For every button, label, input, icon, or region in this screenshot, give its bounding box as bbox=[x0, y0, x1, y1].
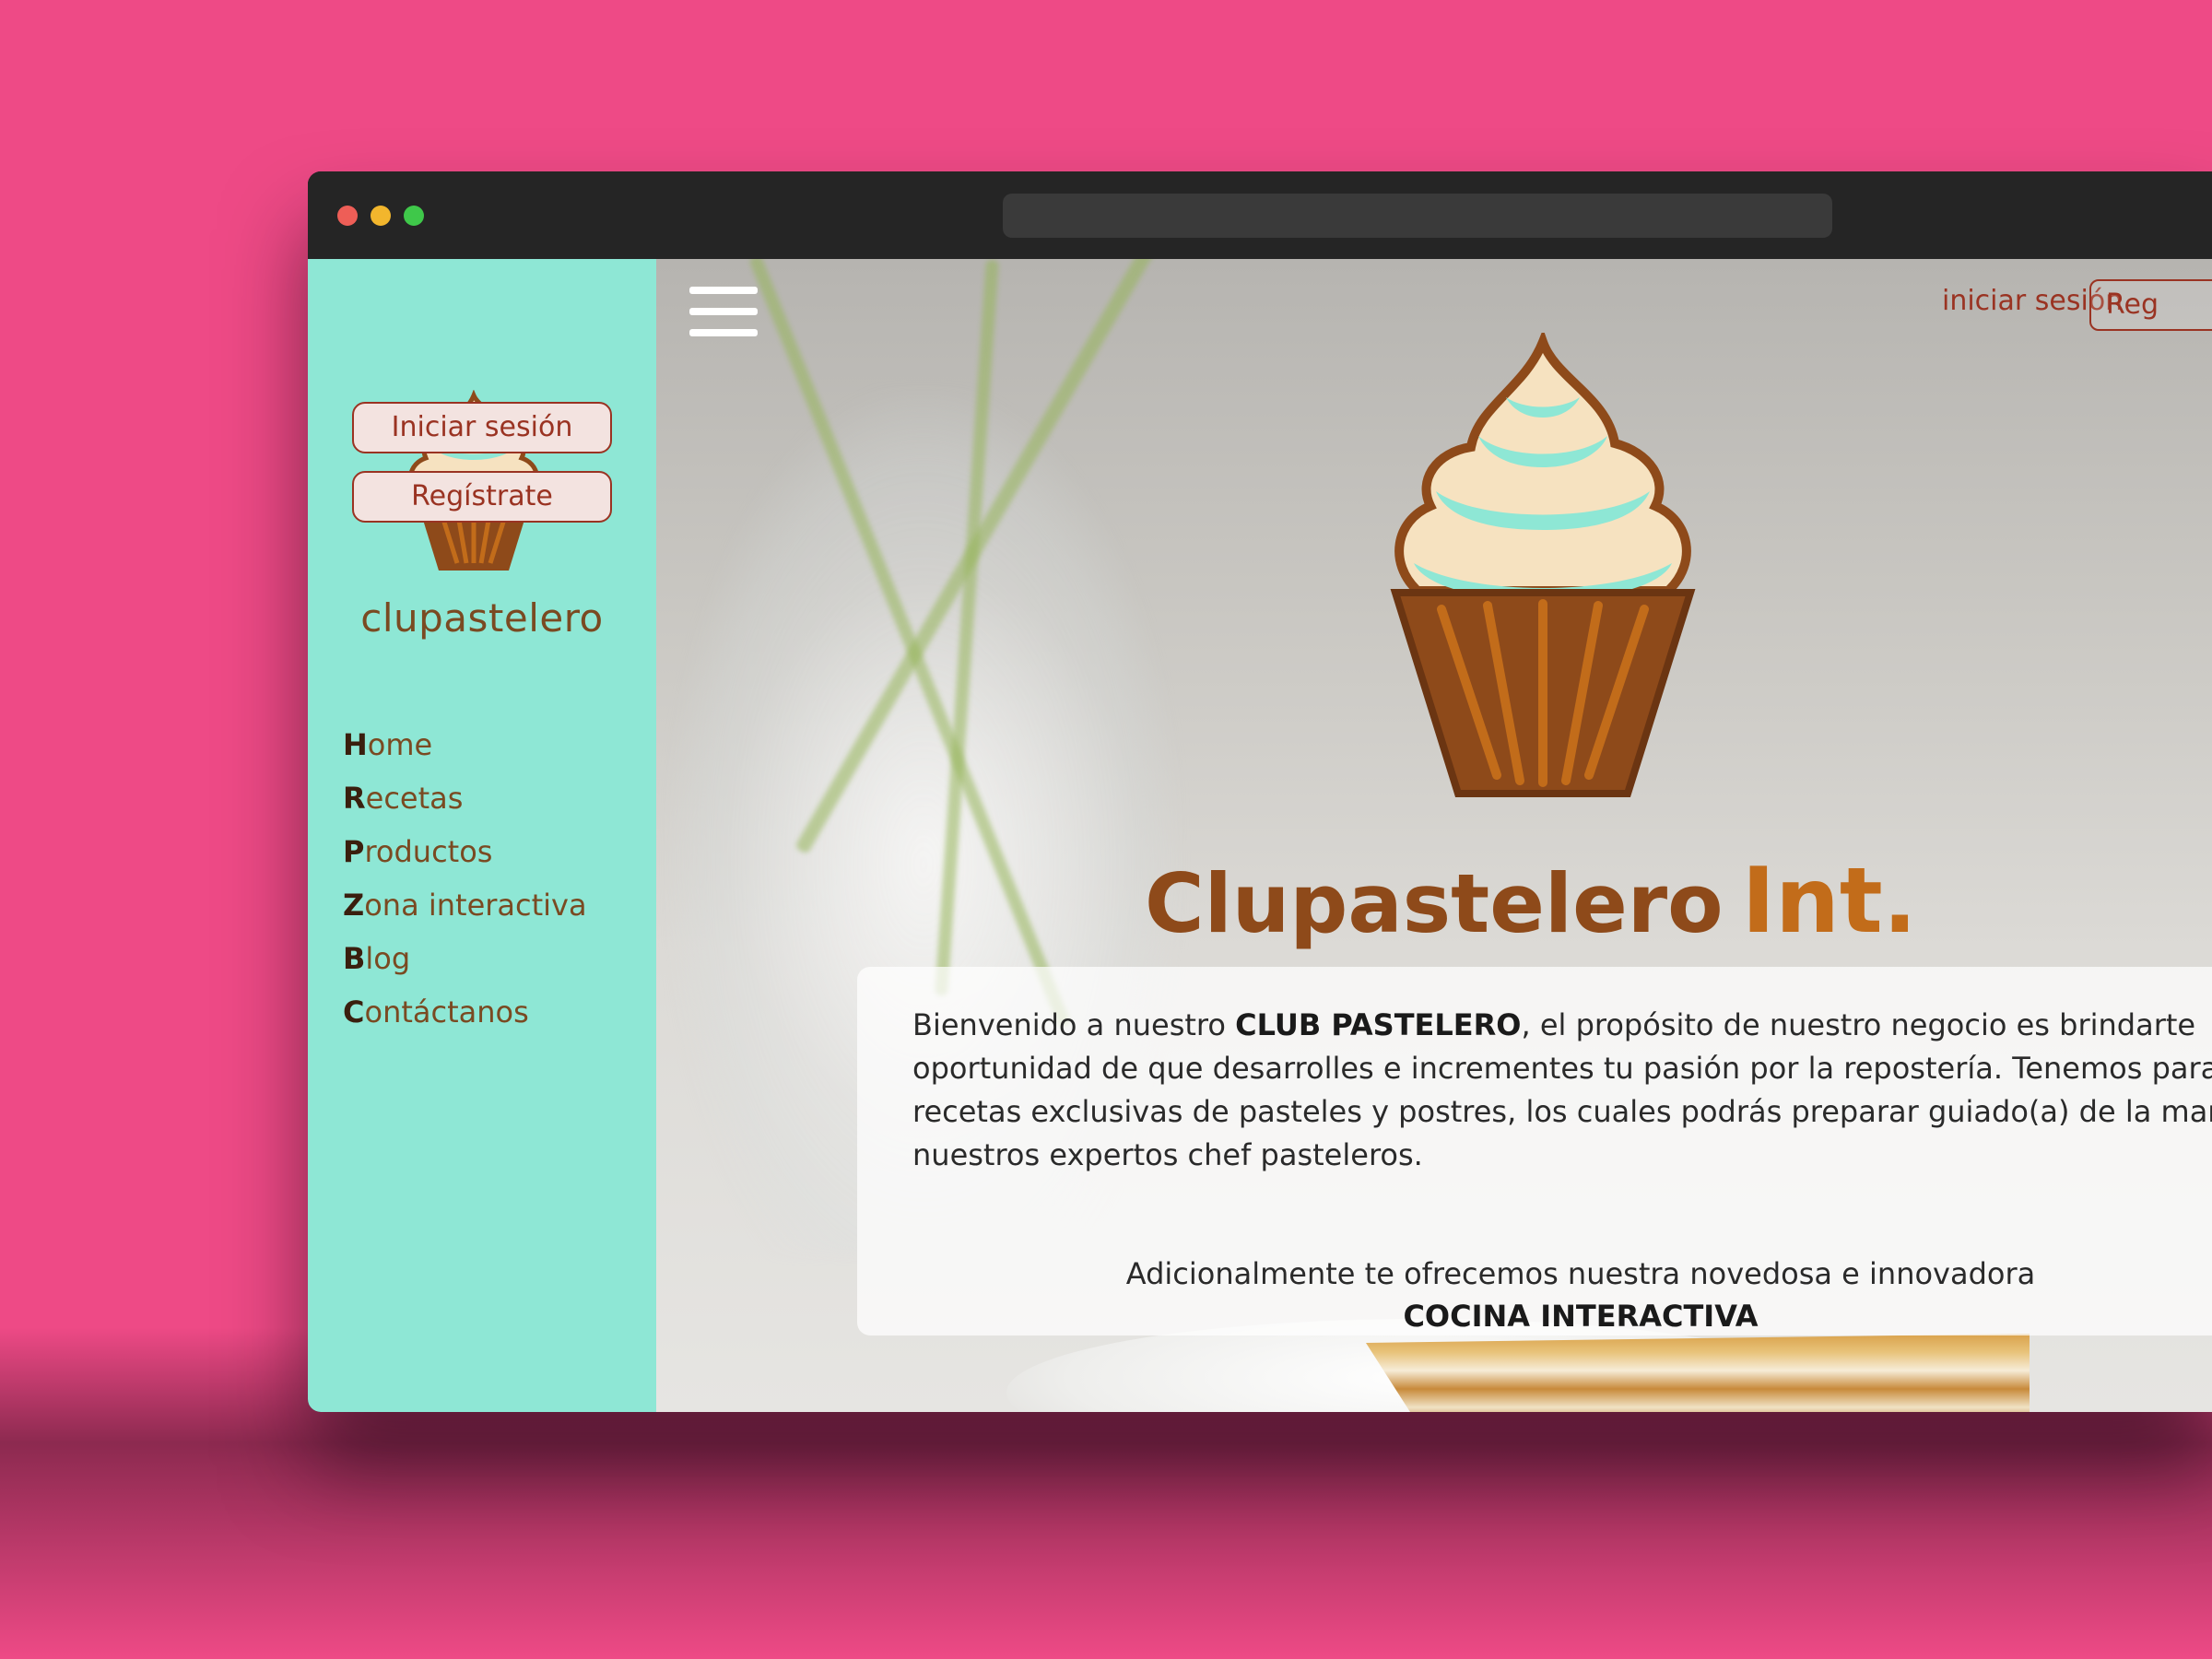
welcome-panel: Bienvenido a nuestro CLUB PASTELERO, el … bbox=[857, 967, 2212, 1335]
club-pastelero-highlight: CLUB PASTELERO bbox=[1235, 1007, 1522, 1042]
additional-text: Adicionalmente te ofrecemos nuestra nove… bbox=[1125, 1256, 2036, 1291]
welcome-text: Bienvenido a nuestro CLUB PASTELERO, el … bbox=[912, 1007, 2212, 1172]
hero-section: iniciar sesión Reg Clupastelero Int. Bien… bbox=[656, 259, 2212, 1412]
nav-item-zona-interactiva[interactable]: Zona interactiva bbox=[343, 878, 587, 932]
minimize-window-button[interactable] bbox=[371, 206, 391, 226]
sidebar-register-button[interactable]: Regístrate bbox=[352, 471, 612, 523]
sidebar: clupastelero Home Recetas Productos Zona… bbox=[308, 259, 656, 1412]
cake-slice-image bbox=[1366, 1334, 2030, 1412]
browser-window: clupastelero Home Recetas Productos Zona… bbox=[308, 171, 2212, 1412]
cupcake-hero-icon bbox=[1390, 333, 1696, 797]
maximize-window-button[interactable] bbox=[404, 206, 424, 226]
cocina-interactiva-text: COCINA INTERACTIVA bbox=[1403, 1299, 1759, 1334]
close-window-button[interactable] bbox=[337, 206, 358, 226]
nav-item-recetas[interactable]: Recetas bbox=[343, 771, 587, 825]
browser-titlebar bbox=[308, 171, 2212, 259]
hero-title-suffix: Int. bbox=[1741, 849, 1917, 954]
address-bar[interactable] bbox=[1003, 194, 1832, 238]
header-register-button[interactable]: Reg bbox=[2089, 279, 2212, 331]
hero-title-main: Clupastelero bbox=[1145, 856, 1724, 951]
sidebar-login-button[interactable]: Iniciar sesión bbox=[352, 402, 612, 453]
sidebar-nav: Home Recetas Productos Zona interactiva … bbox=[343, 718, 587, 1039]
hamburger-menu-icon[interactable] bbox=[689, 287, 758, 340]
nav-item-contactanos[interactable]: Contáctanos bbox=[343, 985, 587, 1039]
nav-item-productos[interactable]: Productos bbox=[343, 825, 587, 878]
sidebar-brand-name: clupastelero bbox=[360, 595, 604, 641]
nav-item-blog[interactable]: Blog bbox=[343, 932, 587, 985]
hero-title: Clupastelero Int. bbox=[753, 849, 2212, 954]
nav-item-home[interactable]: Home bbox=[343, 718, 587, 771]
